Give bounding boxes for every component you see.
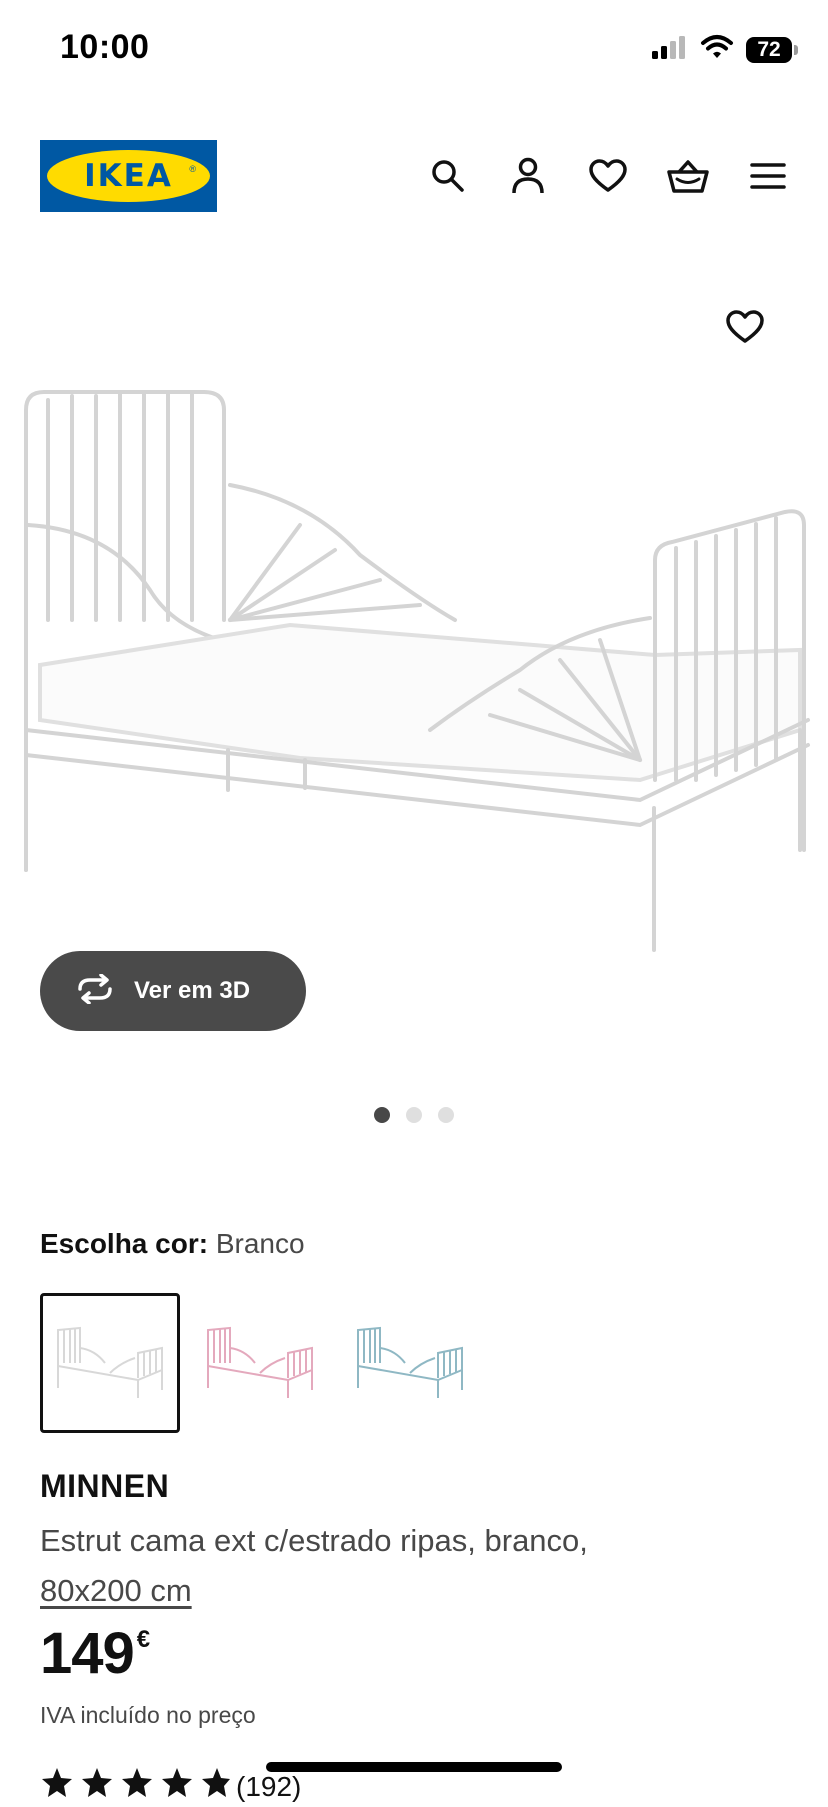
add-to-favourites-icon[interactable]: [726, 310, 770, 354]
carousel-dot-1[interactable]: [374, 1107, 390, 1123]
product-price: 149 €: [40, 1622, 150, 1686]
bed-pink-thumbnail: [207, 1326, 313, 1398]
account-icon[interactable]: [506, 154, 550, 198]
swatch-turquoise[interactable]: [340, 1293, 480, 1433]
home-indicator: [266, 1762, 562, 1772]
status-time: 10:00: [60, 28, 150, 66]
swatch-pink[interactable]: [190, 1293, 330, 1433]
swatch-white[interactable]: [40, 1293, 180, 1433]
site-header: IKEA ®: [0, 130, 828, 220]
image-carousel-dots: [0, 1107, 828, 1123]
logo-text: IKEA: [84, 158, 173, 194]
status-bar: 10:00 72: [0, 0, 828, 100]
star-rating-icon: [40, 1766, 230, 1807]
product-image[interactable]: [0, 260, 828, 980]
bed-illustration: [24, 390, 810, 952]
review-count: (192): [236, 1770, 302, 1802]
price-currency: €: [136, 1626, 151, 1653]
rotate-3d-icon: [74, 972, 116, 1009]
color-swatches: [40, 1293, 480, 1433]
view-3d-label: Ver em 3D: [134, 977, 251, 1004]
search-icon[interactable]: [426, 154, 470, 198]
wifi-icon: [700, 34, 734, 65]
basket-icon[interactable]: [666, 154, 710, 198]
bed-turquoise-thumbnail: [357, 1326, 463, 1398]
menu-icon[interactable]: [746, 154, 790, 198]
color-selected-value: Branco: [215, 1228, 305, 1259]
color-selector-heading: Escolha cor: Branco: [40, 1228, 305, 1260]
battery-icon: 72: [746, 36, 798, 63]
vat-note: IVA incluído no preço: [40, 1702, 256, 1728]
product-name: MINNEN: [40, 1468, 170, 1504]
product-description: Estrut cama ext c/estrado ripas, branco,…: [40, 1516, 780, 1616]
product-size-link[interactable]: 80x200 cm: [40, 1573, 192, 1608]
product-description-text: Estrut cama ext c/estrado ripas, branco,: [40, 1523, 588, 1558]
product-rating[interactable]: (192): [40, 1766, 301, 1807]
carousel-dot-2[interactable]: [406, 1107, 422, 1123]
bed-white-thumbnail: [57, 1326, 163, 1398]
color-label: Escolha cor:: [40, 1228, 209, 1259]
registered-mark-icon: ®: [189, 164, 196, 174]
carousel-dot-3[interactable]: [438, 1107, 454, 1123]
signal-icon: [650, 34, 688, 65]
status-icons: 72: [650, 34, 798, 65]
ikea-logo[interactable]: IKEA ®: [40, 140, 217, 212]
logo-oval: IKEA ®: [47, 150, 210, 202]
price-amount: 149: [40, 1621, 135, 1686]
view-3d-button[interactable]: Ver em 3D: [40, 951, 306, 1031]
heart-icon[interactable]: [586, 154, 630, 198]
